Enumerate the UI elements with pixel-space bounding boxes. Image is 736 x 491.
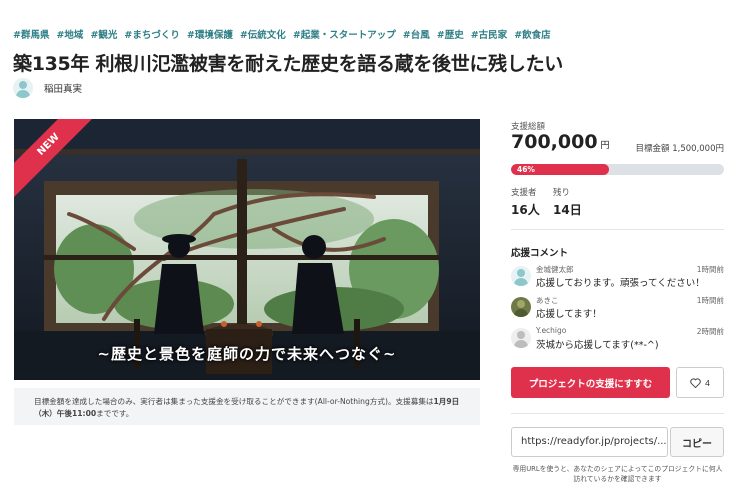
tag-link[interactable]: #台風 bbox=[403, 27, 430, 41]
tag-link[interactable]: #起業・スタートアップ bbox=[293, 27, 396, 41]
tag-link[interactable]: #地域 bbox=[56, 27, 83, 41]
share-url-note: 専用URLを使うと、あなたのシェアによってこのプロジェクトに何人訪れているかを確… bbox=[512, 465, 723, 483]
total-unit: 円 bbox=[600, 141, 610, 151]
remaining-stat: 残り 14日 bbox=[553, 186, 582, 218]
notice-text: 目標金額を達成した場合のみ、実行者は集まった支援金を受け取ることができます(Al… bbox=[34, 397, 434, 406]
support-project-button[interactable]: プロジェクトの支援にすすむ bbox=[511, 367, 670, 398]
tag-link[interactable]: #飲食店 bbox=[514, 27, 550, 41]
supporters-stat: 支援者 16人 bbox=[511, 186, 540, 218]
progress-bar: 46% bbox=[511, 164, 724, 175]
comment-item[interactable]: Y.echigo 2時間前 茨城から応援してます(**-^) bbox=[511, 326, 724, 356]
hero-caption: ~歴史と景色を庭師の力で未来へつなぐ~ bbox=[97, 345, 397, 363]
heart-icon bbox=[690, 377, 701, 388]
goal-amount: 目標金額 1,500,000円 bbox=[635, 144, 724, 154]
total-amount: 700,000 bbox=[511, 131, 598, 153]
commenter-name: Y.echigo bbox=[536, 326, 567, 335]
tag-link[interactable]: #古民家 bbox=[471, 27, 507, 41]
divider bbox=[511, 413, 724, 414]
commenter-avatar bbox=[511, 328, 531, 348]
comments-title: 応援コメント bbox=[511, 248, 569, 259]
supporters-value: 16人 bbox=[511, 203, 540, 217]
tag-link[interactable]: #歴史 bbox=[437, 27, 464, 41]
divider bbox=[511, 229, 724, 230]
commenter-name: 金城健太郎 bbox=[536, 265, 574, 274]
comment-text: 応援してます！ bbox=[536, 309, 602, 320]
author[interactable]: 稲田真実 bbox=[13, 78, 82, 98]
progress-percent: 46% bbox=[517, 165, 535, 174]
commenter-name: あきこ bbox=[536, 296, 559, 305]
copy-url-button[interactable]: コピー bbox=[670, 427, 724, 457]
share-url-field[interactable]: https://readyfor.jp/projects/... bbox=[511, 427, 668, 457]
commenter-avatar bbox=[511, 297, 531, 317]
project-title: 築135年 利根川氾濫被害を耐えた歴史を語る蔵を後世に残したい bbox=[13, 53, 563, 75]
tag-list: #群馬県 #地域 #観光 #まちづくり #環境保護 #伝統文化 #起業・スタートアップ #台風… bbox=[13, 27, 551, 41]
comment-item[interactable]: あきこ 1時間前 応援してます！ bbox=[511, 295, 724, 325]
favorite-button[interactable]: 4 bbox=[676, 367, 724, 398]
remaining-value: 14日 bbox=[553, 203, 582, 217]
comment-time: 1時間前 bbox=[696, 296, 724, 305]
author-avatar bbox=[13, 78, 33, 98]
tag-link[interactable]: #伝統文化 bbox=[240, 27, 286, 41]
comment-time: 1時間前 bbox=[696, 265, 724, 274]
supporters-label: 支援者 bbox=[511, 188, 537, 198]
notice-suffix: までです。 bbox=[96, 409, 134, 418]
total-amount-row: 700,000 円 bbox=[511, 131, 610, 153]
remaining-label: 残り bbox=[553, 188, 571, 198]
comment-time: 2時間前 bbox=[696, 327, 724, 336]
tag-link[interactable]: #環境保護 bbox=[187, 27, 233, 41]
all-or-nothing-notice: 目標金額を達成した場合のみ、実行者は集まった支援金を受け取ることができます(Al… bbox=[14, 388, 480, 425]
comment-item[interactable]: 金城健太郎 1時間前 応援しております。頑張ってください！ bbox=[511, 264, 724, 294]
comment-text: 応援しております。頑張ってください！ bbox=[536, 278, 705, 289]
hero-image: NEW ~歴史と景色を庭師の力で未来へつなぐ~ bbox=[14, 119, 480, 380]
favorite-count: 4 bbox=[705, 377, 710, 388]
commenter-avatar bbox=[511, 266, 531, 286]
tag-link[interactable]: #観光 bbox=[90, 27, 117, 41]
tag-link[interactable]: #まちづくり bbox=[124, 27, 179, 41]
tag-link[interactable]: #群馬県 bbox=[13, 27, 49, 41]
author-name: 稲田真実 bbox=[44, 84, 83, 95]
hero-scene-illustration bbox=[14, 119, 480, 380]
comment-text: 茨城から応援してます(**-^) bbox=[536, 340, 659, 351]
